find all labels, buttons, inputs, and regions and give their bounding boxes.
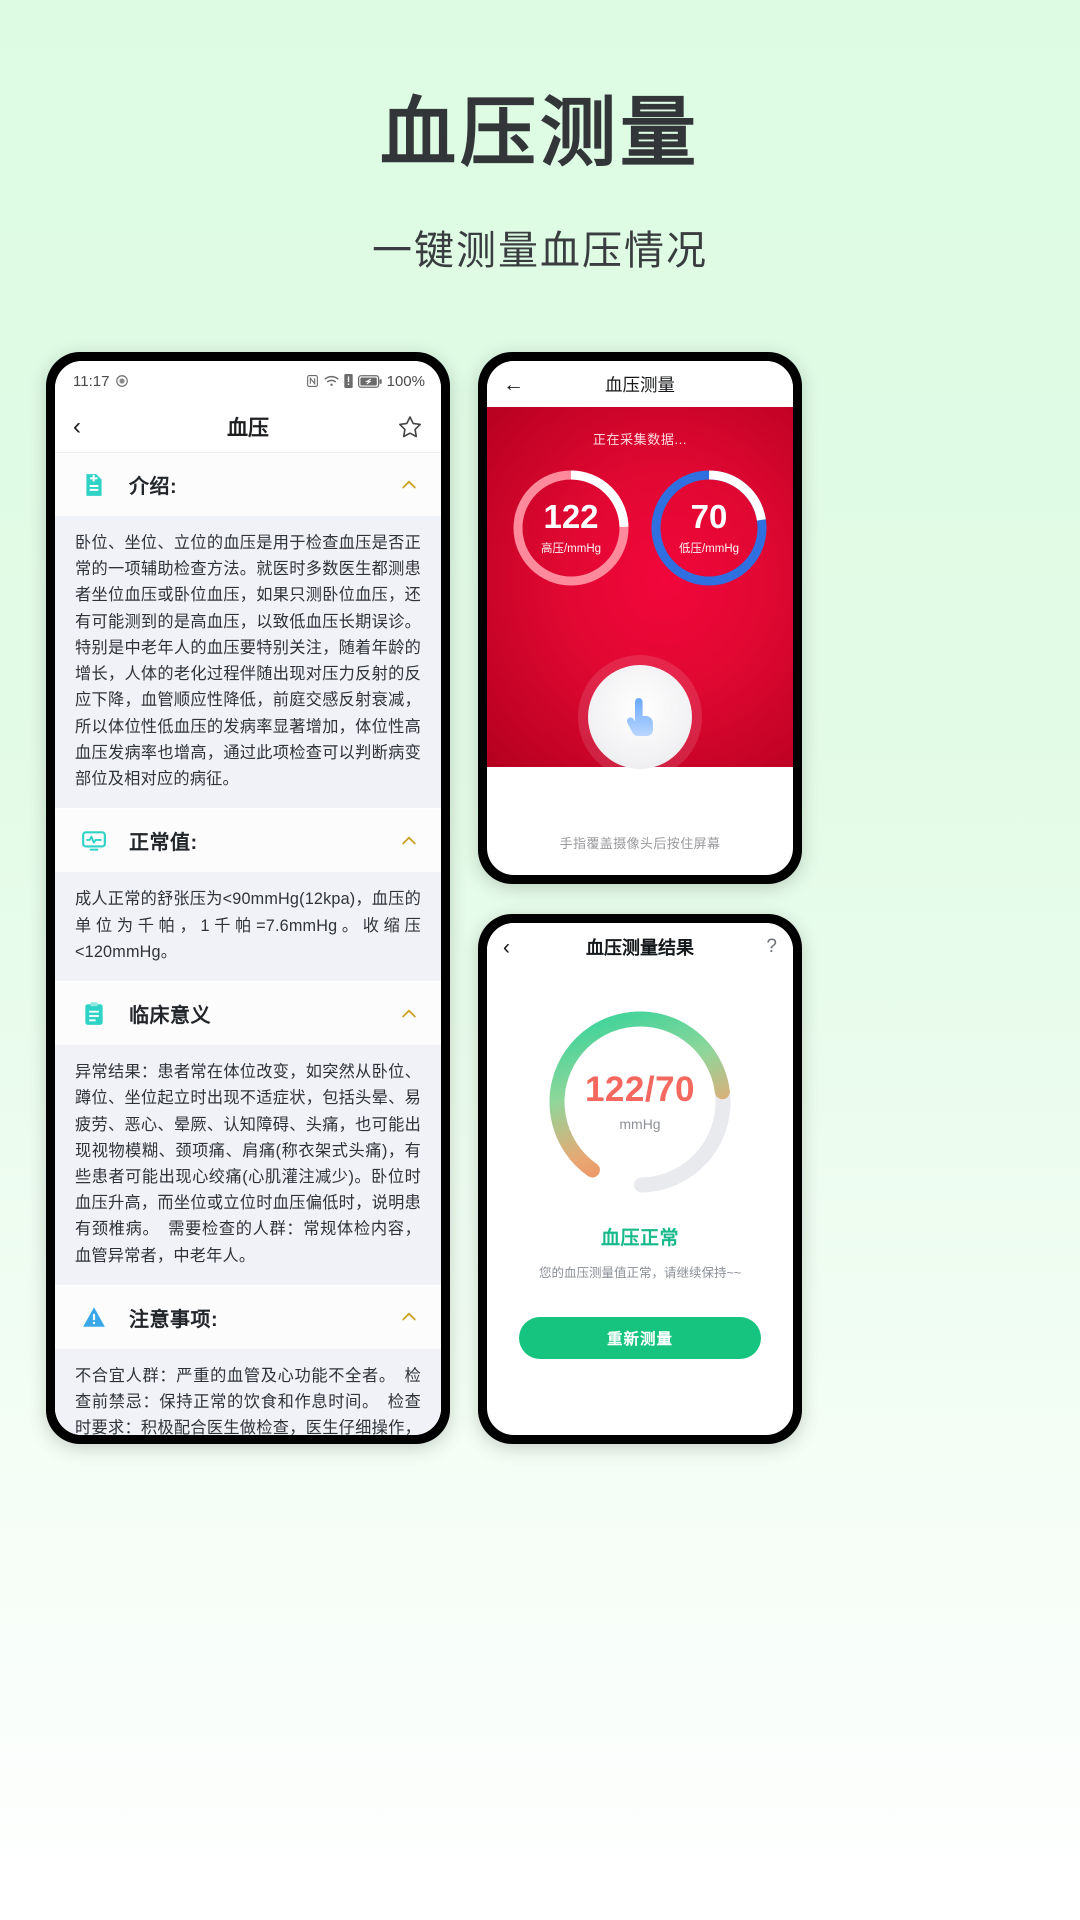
status-bar-time: 11:17 [73,372,110,390]
result-navbar: ‹ 血压测量结果 ? [487,923,793,971]
chevron-up-icon[interactable] [399,1004,419,1024]
measure-navbar: ← 血压测量 [487,361,793,407]
status-bar-left: 11:17 [73,373,129,390]
measure-status-text: 正在采集数据... [592,432,688,447]
remeasure-button[interactable]: 重新测量 [519,1317,761,1359]
info-navbar: ‹ 血压 [55,401,441,453]
signal-alert-icon [343,374,353,388]
clipboard-icon [81,1001,107,1027]
result-value: 122/70 [584,1070,696,1109]
page-header: 血压测量 一键测量血压情况 [0,0,1080,276]
finger-touch-button[interactable] [588,665,692,769]
diastolic-value: 70 [690,498,728,535]
document-plus-icon [81,472,107,498]
systolic-ring: 122 高压/mmHg [509,466,633,590]
phone-screen-info: 11:17 100% ‹ 血压 介绍: 卧位、坐位、立位的血压是用于检查血压是否… [55,361,441,1435]
result-status-badge: 血压正常 [600,1228,679,1249]
result-page-title: 血压测量结果 [586,938,694,958]
phone-frame-result: ‹ 血压测量结果 ? 122/70 mmHg 血压正常 您的血压测量值正常，请继… [478,914,802,1444]
systolic-readout: 122 高压/mmHg [509,466,633,590]
finger-touch-icon [626,698,653,736]
chevron-up-icon[interactable] [399,831,419,851]
wifi-icon [324,374,339,388]
section-body: 成人正常的舒张压为<90mmHg(12kpa)，血压的单位为千帕，1千帕=7.6… [55,872,441,982]
section-title: 正常值: [129,832,198,855]
diastolic-readout: 70 低压/mmHg [647,466,771,590]
section-body: 异常结果：患者常在体位改变，如突然从卧位、蹲位、坐位起立时出现不适症状，包括头晕… [55,1045,441,1285]
systolic-value: 122 [543,498,599,535]
result-unit: mmHg [619,1116,661,1132]
alarm-icon [115,374,129,388]
warning-icon [81,1304,107,1330]
result-readout: 122/70 mmHg [535,997,745,1207]
section-title: 临床意义 [129,1005,211,1028]
page-subtitle: 一键测量血压情况 [372,228,708,273]
monitor-check-icon [81,828,107,854]
section-header-clinical[interactable]: 临床意义 [55,982,441,1046]
phone-screen-result: ‹ 血压测量结果 ? 122/70 mmHg 血压正常 您的血压测量值正常，请继… [487,923,793,1435]
measure-hint-text: 手指覆盖摄像头后按住屏幕 [559,836,721,851]
info-page-title: 血压 [227,416,269,440]
chevron-up-icon[interactable] [399,1307,419,1327]
section-header-normal-value[interactable]: 正常值: [55,809,441,873]
status-bar-battery-percent: 100% [386,372,425,390]
measure-page-title: 血压测量 [605,374,675,395]
back-button[interactable]: ‹ [73,414,103,439]
chevron-up-icon[interactable] [399,475,419,495]
battery-charging-icon [357,374,382,388]
phone-frame-measure: ← 血压测量 正在采集数据... 122 高压/mmHg 70 低压/mmHg … [478,352,802,884]
favorite-star-icon[interactable] [397,414,423,440]
phone-screen-measure: ← 血压测量 正在采集数据... 122 高压/mmHg 70 低压/mmHg … [487,361,793,875]
measure-rings: 122 高压/mmHg 70 低压/mmHg [487,466,793,590]
section-body: 卧位、坐位、立位的血压是用于检查血压是否正常的一项辅助检查方法。就医时多数医生都… [55,516,441,809]
measure-panel: 正在采集数据... 122 高压/mmHg 70 低压/mmHg [487,407,793,769]
status-bar-right: 100% [306,373,425,390]
result-description: 您的血压测量值正常，请继续保持~~ [538,1266,742,1280]
section-title: 介绍: [129,476,178,498]
result-gauge: 122/70 mmHg [535,997,745,1207]
page-title: 血压测量 [380,91,700,176]
section-body: 不合宜人群：严重的血管及心功能不全者。 检查前禁忌：保持正常的饮食和作息时间。 … [55,1348,441,1435]
info-section-list[interactable]: 介绍: 卧位、坐位、立位的血压是用于检查血压是否正常的一项辅助检查方法。就医时多… [55,453,441,1435]
section-header-intro[interactable]: 介绍: [55,453,441,516]
status-bar: 11:17 100% [55,361,441,401]
diastolic-label: 低压/mmHg [678,543,740,555]
section-title: 注意事项: [129,1308,219,1331]
systolic-label: 高压/mmHg [540,543,602,555]
phone-frame-info: 11:17 100% ‹ 血压 介绍: 卧位、坐位、立位的血压是用于检查血压是否… [46,352,450,1444]
section-header-notice[interactable]: 注意事项: [55,1285,441,1349]
diastolic-ring: 70 低压/mmHg [647,466,771,590]
nfc-icon [306,374,319,388]
